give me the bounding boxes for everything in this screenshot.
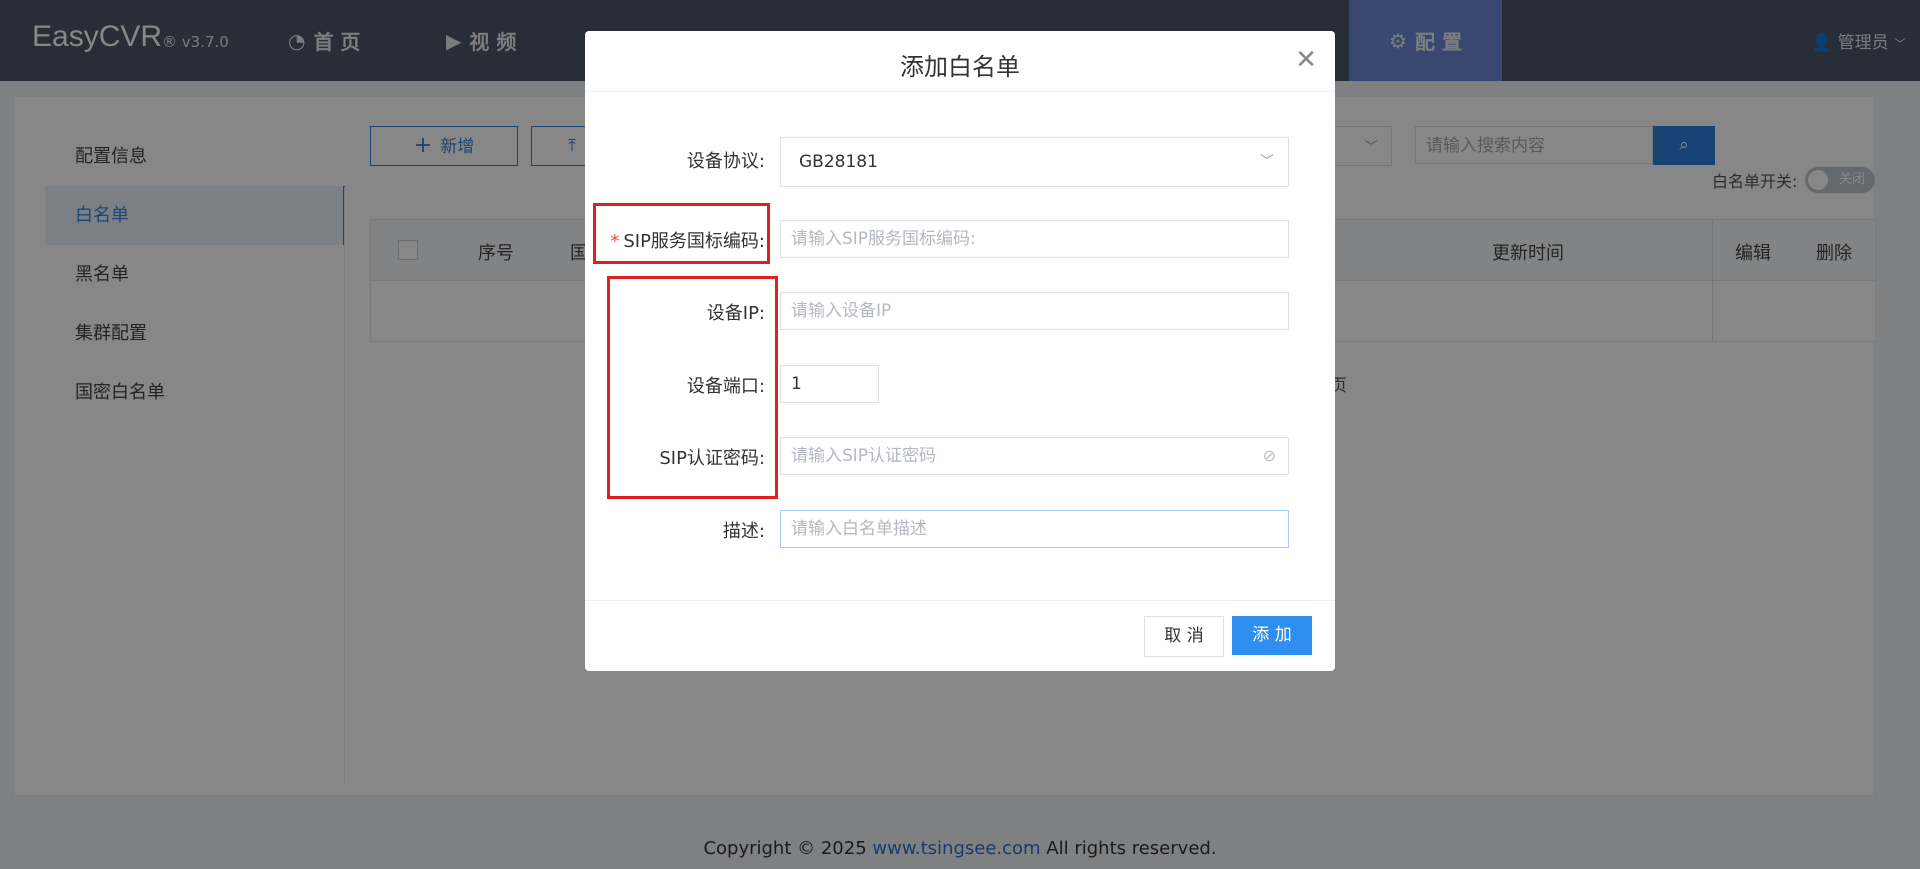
highlight-box-optional-fields: [607, 276, 778, 499]
device-port-input[interactable]: 1: [780, 365, 879, 403]
sip-code-input[interactable]: 请输入SIP服务国标编码:: [780, 220, 1289, 258]
description-input[interactable]: 请输入白名单描述: [780, 510, 1289, 548]
dialog-header: 添加白名单 ✕: [585, 31, 1335, 92]
dialog-title: 添加白名单: [900, 53, 1020, 81]
dialog-footer-divider: [585, 600, 1335, 601]
description-label: 描述:: [722, 521, 765, 542]
submit-add-button[interactable]: 添 加: [1232, 616, 1312, 655]
chevron-down-icon: ﹀: [1260, 154, 1274, 170]
eye-off-icon[interactable]: ⊘: [1263, 438, 1276, 474]
protocol-select[interactable]: GB28181 ﹀: [780, 137, 1289, 187]
sip-password-input[interactable]: 请输入SIP认证密码 ⊘: [780, 437, 1289, 475]
device-ip-input[interactable]: 请输入设备IP: [780, 292, 1289, 330]
cancel-button[interactable]: 取 消: [1144, 616, 1224, 657]
highlight-box-sip-code: [593, 203, 770, 264]
close-icon[interactable]: ✕: [1295, 45, 1317, 75]
protocol-label: 设备协议:: [686, 151, 765, 172]
